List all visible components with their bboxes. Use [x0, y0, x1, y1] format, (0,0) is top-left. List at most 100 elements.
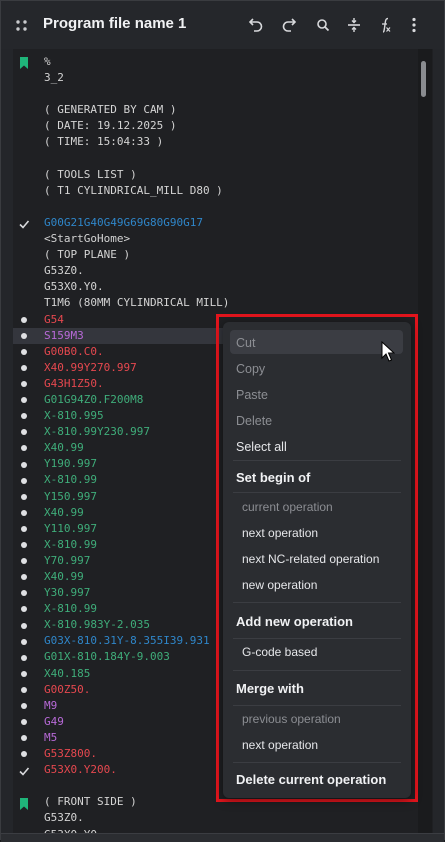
breakpoint-dot-icon[interactable] — [21, 413, 27, 420]
breakpoint-dot-icon[interactable] — [21, 381, 27, 387]
code-line[interactable]: ( GENERATED BY CAM ) — [44, 102, 229, 118]
code-line[interactable]: X-810.99 — [44, 537, 229, 553]
breakpoint-dot-icon[interactable] — [21, 364, 27, 371]
breakpoint-dot-icon[interactable] — [21, 397, 27, 404]
code-line[interactable]: X40.99 — [44, 505, 229, 521]
code-line[interactable]: G43H1Z50. — [44, 376, 229, 392]
code-line[interactable]: ( DATE: 19.12.2025 ) — [44, 118, 229, 134]
breakpoint-dot-icon[interactable] — [21, 461, 27, 468]
drag-grip-icon[interactable] — [14, 18, 30, 34]
vertical-scrollbar[interactable] — [418, 49, 432, 834]
code-line[interactable]: G01X-810.184Y-9.003 — [44, 649, 229, 665]
code-line[interactable]: ( TOP PLANE ) — [44, 247, 229, 263]
code-line[interactable]: 3_2 — [44, 70, 229, 86]
code-line[interactable]: G03X-810.31Y-8.355I39.931 — [44, 633, 229, 649]
code-line[interactable] — [44, 86, 229, 102]
code-line[interactable]: X40.99 — [44, 440, 229, 456]
menu-item-delete[interactable]: Delete — [236, 414, 272, 428]
code-line[interactable]: ( T1 CYLINDRICAL_MILL D80 ) — [44, 183, 229, 199]
more-icon[interactable] — [403, 14, 425, 36]
menu-item-merge-next-operation[interactable]: next operation — [242, 738, 318, 752]
code-line[interactable]: S159M3 — [44, 328, 229, 344]
breakpoint-dot-icon[interactable] — [21, 542, 27, 548]
code-line[interactable] — [44, 151, 229, 167]
code-line[interactable]: ( TIME: 15:04:33 ) — [44, 134, 229, 150]
code-line[interactable]: X-810.99 — [44, 601, 229, 617]
menu-item-delete-current-operation[interactable]: Delete current operation — [236, 772, 386, 787]
breakpoint-dot-icon[interactable] — [21, 316, 27, 323]
breakpoint-dot-icon[interactable] — [21, 751, 27, 758]
split-icon[interactable] — [343, 14, 365, 36]
menu-item-previous-operation[interactable]: previous operation — [242, 712, 341, 726]
code-line[interactable]: % — [44, 54, 229, 70]
breakpoint-dot-icon[interactable] — [21, 558, 27, 565]
bookmark-icon[interactable] — [19, 56, 29, 69]
code-line[interactable] — [44, 199, 229, 215]
breakpoint-dot-icon[interactable] — [21, 445, 27, 452]
breakpoint-dot-icon[interactable] — [21, 332, 27, 339]
code-line[interactable]: Y190.997 — [44, 456, 229, 472]
bookmark-icon[interactable] — [19, 797, 29, 810]
code-line[interactable]: G49 — [44, 714, 229, 730]
breakpoint-dot-icon[interactable] — [21, 525, 27, 532]
code-line[interactable]: X-810.99Y230.997 — [44, 424, 229, 440]
menu-item-cut[interactable]: Cut — [236, 336, 255, 350]
menu-item-gcode-based[interactable]: G-code based — [242, 645, 317, 659]
menu-item-paste[interactable]: Paste — [236, 388, 268, 402]
search-icon[interactable] — [312, 14, 334, 36]
breakpoint-dot-icon[interactable] — [21, 348, 27, 355]
code-line[interactable]: X40.99 — [44, 569, 229, 585]
code-line[interactable]: Y110.997 — [44, 521, 229, 537]
code-line[interactable] — [44, 778, 229, 794]
code-line[interactable]: G53X0.Y0. — [44, 279, 229, 295]
code-line[interactable]: M9 — [44, 698, 229, 714]
breakpoint-dot-icon[interactable] — [21, 493, 27, 500]
breakpoint-dot-icon[interactable] — [21, 654, 27, 661]
breakpoint-dot-icon[interactable] — [21, 574, 27, 581]
menu-item-next-nc-related-operation[interactable]: next NC-related operation — [242, 552, 379, 566]
breakpoint-dot-icon[interactable] — [21, 703, 27, 709]
code-line[interactable]: G00G21G40G49G69G80G90G17 — [44, 215, 229, 231]
menu-item-next-operation[interactable]: next operation — [242, 526, 318, 540]
redo-icon[interactable] — [278, 14, 300, 36]
undo-icon[interactable] — [245, 14, 267, 36]
code-line[interactable]: X-810.995 — [44, 408, 229, 424]
code-line[interactable]: X40.185 — [44, 666, 229, 682]
breakpoint-dot-icon[interactable] — [21, 735, 27, 742]
menu-item-select-all[interactable]: Select all — [236, 440, 287, 454]
breakpoint-dot-icon[interactable] — [21, 670, 27, 677]
code-line[interactable]: ( TOOLS LIST ) — [44, 167, 229, 183]
breakpoint-dot-icon[interactable] — [21, 622, 27, 629]
code-line[interactable]: G53Z800. — [44, 746, 229, 762]
code-line[interactable]: M5 — [44, 730, 229, 746]
code-line[interactable]: G01G94Z0.F200M8 — [44, 392, 229, 408]
code-text[interactable]: % 3_2 ( GENERATED BY CAM )( DATE: 19.12.20… — [44, 54, 229, 834]
function-icon[interactable] — [373, 14, 395, 36]
breakpoint-dot-icon[interactable] — [21, 509, 27, 516]
breakpoint-dot-icon[interactable] — [21, 477, 27, 484]
code-line[interactable]: T1M6 (80MM CYLINDRICAL MILL) — [44, 295, 229, 311]
menu-item-current-operation[interactable]: current operation — [242, 500, 333, 514]
breakpoint-dot-icon[interactable] — [21, 686, 27, 693]
breakpoint-dot-icon[interactable] — [21, 638, 27, 645]
code-line[interactable]: <StartGoHome> — [44, 231, 229, 247]
breakpoint-dot-icon[interactable] — [21, 719, 27, 726]
code-line[interactable]: X-810.99 — [44, 472, 229, 488]
menu-item-new-operation[interactable]: new operation — [242, 578, 317, 592]
code-line[interactable]: G00B0.C0. — [44, 344, 229, 360]
code-line[interactable]: G54 — [44, 312, 229, 328]
code-line[interactable]: Y150.997 — [44, 489, 229, 505]
code-line[interactable]: G53Z0. — [44, 263, 229, 279]
code-line[interactable]: G53Z0. — [44, 810, 229, 826]
scrollbar-thumb[interactable] — [421, 61, 426, 97]
breakpoint-dot-icon[interactable] — [21, 606, 27, 613]
code-line[interactable]: X40.99Y270.997 — [44, 360, 229, 376]
code-line[interactable]: Y70.997 — [44, 553, 229, 569]
breakpoint-dot-icon[interactable] — [21, 429, 27, 436]
menu-item-copy[interactable]: Copy — [236, 362, 265, 376]
code-line[interactable]: Y30.997 — [44, 585, 229, 601]
code-line[interactable]: G00Z50. — [44, 682, 229, 698]
code-line[interactable]: X-810.983Y-2.035 — [44, 617, 229, 633]
code-line[interactable]: G53X0.Y200. — [44, 762, 229, 778]
code-line[interactable]: ( FRONT SIDE ) — [44, 794, 229, 810]
